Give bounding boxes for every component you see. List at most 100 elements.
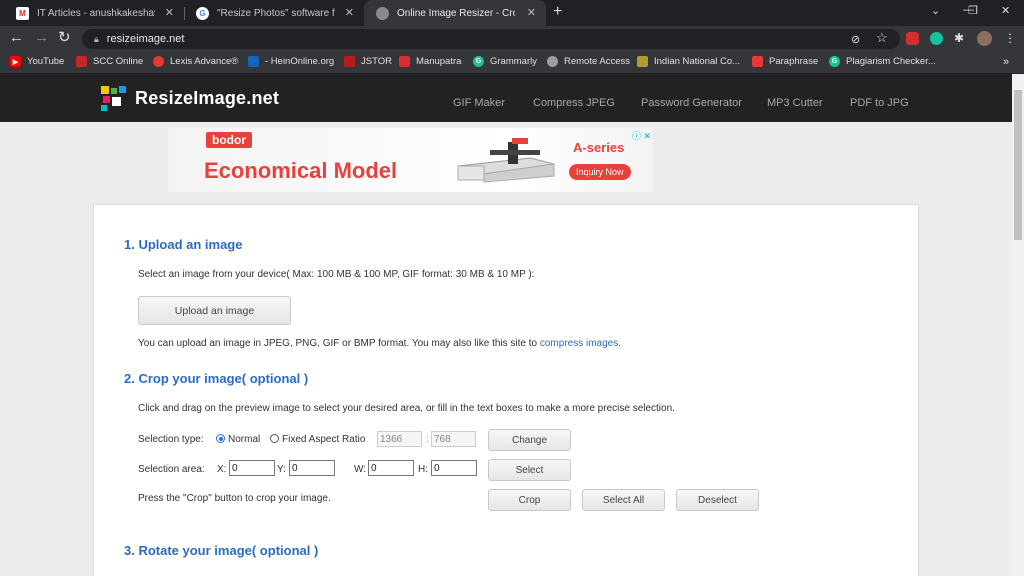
tab-title: "Resize Photos" software for com — [217, 7, 335, 19]
x-label: X: — [217, 464, 227, 475]
lexis-icon — [153, 56, 164, 67]
bookmark-manupatra[interactable]: Manupatra — [399, 56, 461, 67]
star-icon[interactable]: ☆ — [876, 30, 888, 46]
bookmark-label: Paraphrase — [769, 56, 819, 67]
bookmark-indian-national[interactable]: Indian National Co... — [637, 56, 740, 67]
new-tab-icon[interactable]: + — [553, 3, 562, 21]
restore-icon[interactable]: ❐ — [968, 4, 978, 17]
nav-gif-maker[interactable]: GIF Maker — [453, 97, 505, 109]
crop-instruction: Press the "Crop" button to crop your ima… — [138, 493, 331, 504]
change-button[interactable]: Change — [488, 429, 571, 451]
deselect-button[interactable]: Deselect — [676, 489, 759, 511]
bookmarks-bar: ▶ YouTube SCC Online Lexis Advance® - Hei… — [0, 52, 1024, 74]
y-label: Y: — [277, 464, 286, 475]
page-viewport: ResizeImage.net GIF Maker Compress JPEG … — [0, 74, 1012, 576]
tab-resizeimage[interactable]: Online Image Resizer - Crop, Resiz ✕ — [364, 0, 546, 26]
nav-password-generator[interactable]: Password Generator — [641, 97, 742, 109]
select-all-button[interactable]: Select All — [582, 489, 665, 511]
section-upload-title: 1. Upload an image — [124, 237, 243, 252]
tab-search-icon[interactable]: ⌄ — [931, 4, 940, 17]
ratio-width-input[interactable] — [377, 431, 422, 447]
menu-icon[interactable]: ⋮ — [1004, 30, 1016, 46]
selection-type-label: Selection type: — [138, 434, 204, 445]
advertisement-banner[interactable]: bodor Economical Model A-series Inquiry … — [168, 128, 653, 192]
bookmark-label: YouTube — [27, 56, 65, 67]
back-icon[interactable]: ← — [9, 30, 24, 46]
globe-icon — [376, 6, 389, 20]
ad-series: A-series — [573, 140, 625, 155]
browser-toolbar: ← → ↻ 🔒︎ resizeimage.net ⊘ ☆ ✱ ⋮ — [0, 26, 1024, 52]
close-icon[interactable]: ✕ — [527, 6, 536, 19]
crop-description: Click and drag on the preview image to s… — [138, 403, 675, 414]
ad-choices-icon[interactable]: ⓘ ✕ — [632, 129, 651, 142]
bookmark-plagiarism[interactable]: G Plagiarism Checker... — [829, 56, 936, 67]
google-icon: G — [196, 6, 209, 20]
nav-compress-jpeg[interactable]: Compress JPEG — [533, 97, 615, 109]
extension-red-icon[interactable] — [906, 32, 919, 45]
scc-icon — [76, 56, 87, 67]
lock-icon: 🔒︎ — [94, 33, 99, 44]
bookmark-youtube[interactable]: ▶ YouTube — [10, 56, 64, 67]
upload-format-note: You can upload an image in JPEG, PNG, GI… — [138, 338, 621, 349]
x-input[interactable] — [229, 460, 275, 476]
resizer-card: 1. Upload an image Select an image from … — [93, 204, 919, 576]
hein-icon — [248, 56, 259, 67]
h-input[interactable] — [431, 460, 477, 476]
compress-images-link[interactable]: compress images — [540, 338, 618, 349]
y-input[interactable] — [289, 460, 335, 476]
bookmark-paraphrase[interactable]: Paraphrase — [752, 56, 818, 67]
h-label: H: — [418, 464, 428, 475]
reload-icon[interactable]: ↻ — [58, 30, 71, 46]
bookmark-label: Plagiarism Checker... — [846, 56, 936, 67]
ratio-height-input[interactable] — [431, 431, 476, 447]
select-button[interactable]: Select — [488, 459, 571, 481]
upload-image-button[interactable]: Upload an image — [138, 296, 291, 325]
grammarly-icon[interactable] — [930, 32, 943, 45]
site-logo[interactable]: ResizeImage.net — [99, 84, 279, 112]
fixed-aspect-label: Fixed Aspect Ratio — [282, 434, 366, 445]
ad-cta-button[interactable]: Inquiry Now — [569, 164, 631, 180]
youtube-icon: ▶ — [10, 56, 21, 67]
bookmark-label: JSTOR — [361, 56, 392, 67]
inc-icon — [637, 56, 648, 67]
close-icon[interactable]: ✕ — [165, 6, 174, 19]
bookmark-jstor[interactable]: JSTOR — [344, 56, 392, 67]
tab-title: Online Image Resizer - Crop, Resiz — [397, 7, 515, 19]
close-window-icon[interactable]: ✕ — [1001, 4, 1010, 17]
scrollbar-thumb[interactable] — [1014, 90, 1022, 240]
jstor-icon — [344, 56, 355, 67]
manupatra-icon — [399, 56, 410, 67]
avatar[interactable] — [977, 31, 992, 46]
ad-headline: Economical Model — [204, 158, 398, 183]
address-bar[interactable]: 🔒︎ resizeimage.net — [82, 29, 900, 49]
bookmark-grammarly[interactable]: G Grammarly — [473, 56, 537, 67]
fixed-aspect-radio[interactable] — [270, 434, 279, 443]
w-input[interactable] — [368, 460, 414, 476]
nav-mp3-cutter[interactable]: MP3 Cutter — [767, 97, 823, 109]
bookmark-heinonline[interactable]: - HeinOnline.org — [248, 56, 334, 67]
bookmark-scc-online[interactable]: SCC Online — [76, 56, 143, 67]
forward-icon[interactable]: → — [34, 30, 49, 46]
bookmark-remote-access[interactable]: Remote Access — [547, 56, 630, 67]
more-bookmarks-icon[interactable]: » — [1003, 56, 1009, 68]
normal-radio[interactable] — [216, 434, 225, 443]
url-text: resizeimage.net — [106, 33, 185, 45]
page-scrollbar[interactable] — [1012, 74, 1024, 576]
extensions-icon[interactable]: ✱ — [954, 30, 964, 46]
close-icon[interactable]: ✕ — [345, 6, 354, 19]
section-crop-title: 2. Crop your image( optional ) — [124, 371, 309, 386]
tracking-icon[interactable]: ⊘ — [851, 32, 860, 48]
grammarly-icon: G — [473, 56, 484, 67]
gmail-icon: M — [16, 6, 29, 20]
tab-title: IT Articles - anushkakeshavsharma — [37, 7, 155, 19]
tab-gmail[interactable]: M IT Articles - anushkakeshavsharma ✕ — [4, 0, 184, 26]
crop-button[interactable]: Crop — [488, 489, 571, 511]
tab-google[interactable]: G "Resize Photos" software for com ✕ — [184, 0, 364, 26]
nav-pdf-to-jpg[interactable]: PDF to JPG — [850, 97, 909, 109]
bookmark-label: Remote Access — [564, 56, 630, 67]
grammarly-icon: G — [829, 56, 840, 67]
w-label: W: — [354, 464, 367, 475]
tab-strip: M IT Articles - anushkakeshavsharma ✕ G … — [0, 0, 1024, 26]
bookmark-lexis[interactable]: Lexis Advance® — [153, 56, 238, 67]
normal-radio-label: Normal — [228, 434, 261, 445]
